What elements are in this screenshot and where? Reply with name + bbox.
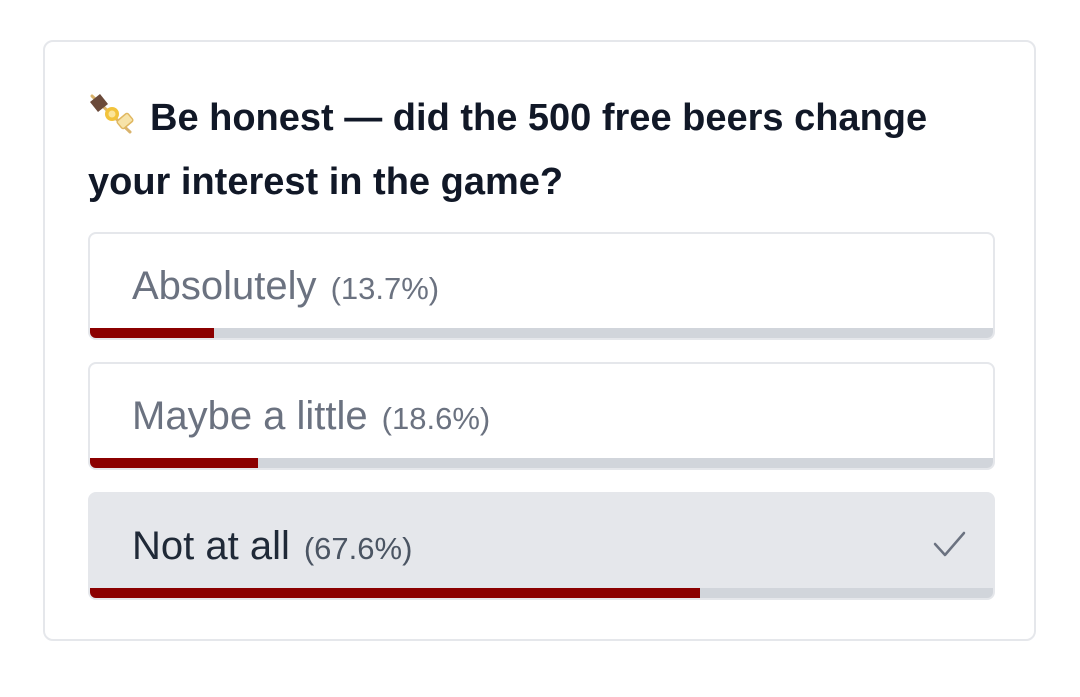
poll-option-maybe-a-little[interactable]: Maybe a little (18.6%) (88, 362, 995, 470)
poll-option-percent: (13.7%) (330, 271, 440, 306)
poll-option-text: Not at all (132, 524, 290, 568)
checkmark-icon (929, 524, 969, 564)
poll-result-bar (90, 328, 993, 338)
poll-option-percent: (18.6%) (381, 401, 491, 436)
poll-option-label: Absolutely (13.7%) (132, 262, 439, 313)
poll-result-bar (90, 458, 993, 468)
poll-option-label: Not at all (67.6%) (132, 522, 412, 573)
poll-option-label: Maybe a little (18.6%) (132, 392, 490, 443)
poll-option-not-at-all[interactable]: Not at all (67.6%) (88, 492, 995, 600)
poll-result-bar (90, 588, 993, 598)
poll-card: Be honest — did the 500 free beers chang… (43, 40, 1036, 641)
oden-skewer-icon (88, 92, 138, 136)
poll-option-text: Absolutely (132, 264, 317, 308)
poll-option-percent: (67.6%) (303, 531, 413, 566)
poll-result-bar-fill (90, 588, 701, 598)
poll-question-text: Be honest — did the 500 free beers chang… (88, 97, 928, 203)
poll-question: Be honest — did the 500 free beers chang… (88, 86, 988, 214)
poll-result-bar-fill (90, 328, 214, 338)
poll-option-text: Maybe a little (132, 394, 368, 438)
poll-option-absolutely[interactable]: Absolutely (13.7%) (88, 232, 995, 340)
poll-result-bar-fill (90, 458, 258, 468)
